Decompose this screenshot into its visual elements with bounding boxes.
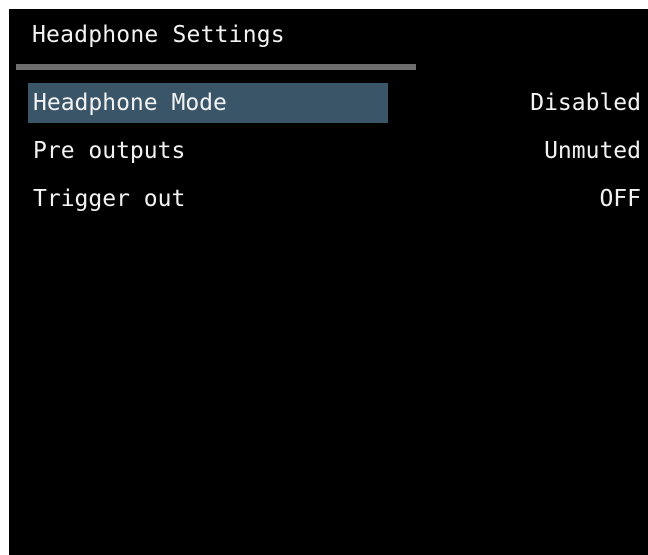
settings-menu: Headphone Mode Disabled Pre outputs Unmu… [9, 83, 648, 227]
screen-title: Headphone Settings [32, 22, 285, 48]
title-divider [16, 64, 416, 70]
menu-item-label: Headphone Mode [33, 90, 227, 116]
menu-item-value: OFF [599, 186, 641, 212]
settings-screen: Headphone Settings Headphone Mode Disabl… [9, 9, 648, 555]
menu-item-label: Pre outputs [33, 138, 186, 164]
menu-item-value: Unmuted [544, 138, 641, 164]
menu-item-trigger-out[interactable]: Trigger out OFF [9, 179, 648, 219]
menu-item-pre-outputs[interactable]: Pre outputs Unmuted [9, 131, 648, 171]
menu-item-headphone-mode[interactable]: Headphone Mode Disabled [9, 83, 648, 123]
menu-item-label: Trigger out [33, 186, 186, 212]
menu-item-value: Disabled [530, 90, 641, 116]
